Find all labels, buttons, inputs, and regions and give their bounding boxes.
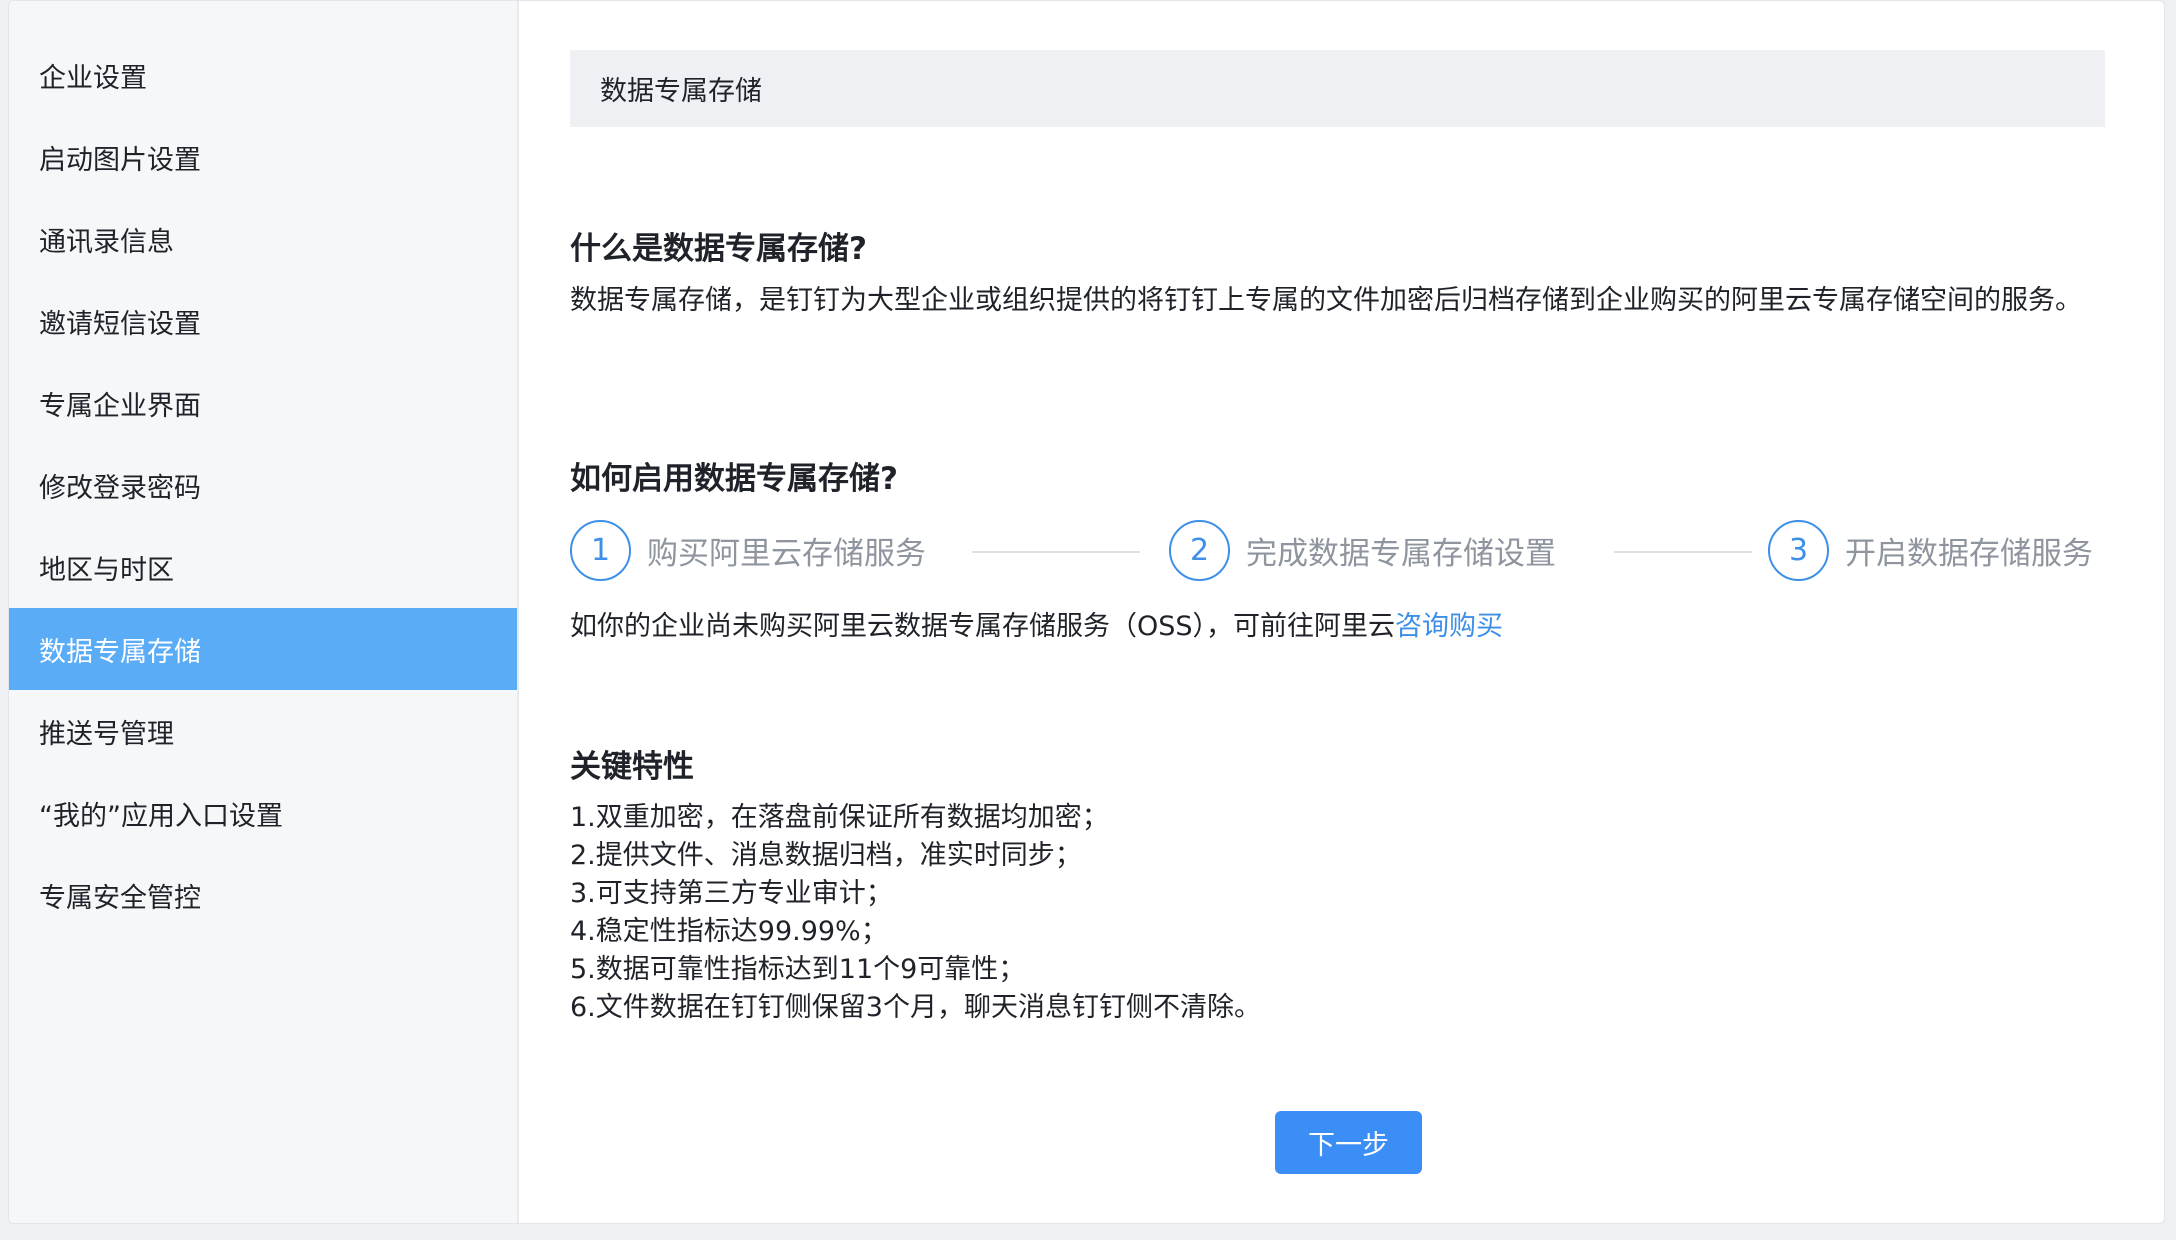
sidebar-item-invite-sms-settings[interactable]: 邀请短信设置 — [9, 280, 517, 362]
sidebar-item-label: “我的”应用入口设置 — [39, 800, 283, 832]
next-step-button[interactable]: 下一步 — [1275, 1111, 1422, 1174]
sidebar-item-label: 推送号管理 — [39, 718, 174, 750]
step-connector — [972, 551, 1140, 553]
sidebar-item-exclusive-storage[interactable]: 数据专属存储 — [9, 608, 517, 690]
feature-item: 5.数据可靠性指标达到11个9可靠性； — [570, 954, 1026, 985]
purchase-hint-text: 如你的企业尚未购买阿里云数据专属存储服务（OSS），可前往阿里云 — [570, 611, 1396, 642]
sidebar-item-label: 通讯录信息 — [39, 226, 174, 258]
feature-item: 3.可支持第三方专业审计； — [570, 878, 893, 909]
feature-item: 2.提供文件、消息数据归档，准实时同步； — [570, 840, 1082, 871]
step-3: 3 开启数据存储服务 — [1768, 517, 2093, 583]
step-number: 2 — [1169, 519, 1230, 581]
step-label: 购买阿里云存储服务 — [647, 535, 926, 572]
step-number: 3 — [1768, 519, 1829, 581]
consult-purchase-link[interactable]: 咨询购买 — [1395, 611, 1503, 642]
feature-item: 1.双重加密，在落盘前保证所有数据均加密； — [570, 802, 1109, 833]
sidebar-item-push-account[interactable]: 推送号管理 — [9, 690, 517, 772]
app-window: 企业设置 启动图片设置 通讯录信息 邀请短信设置 专属企业界面 修改登录密码 地… — [8, 0, 2165, 1224]
page-title-bar: 数据专属存储 — [570, 50, 2105, 127]
sidebar-item-label: 企业设置 — [39, 62, 147, 94]
sidebar-item-label: 专属企业界面 — [39, 390, 201, 422]
main-content: 数据专属存储 什么是数据专属存储? 数据专属存储，是钉钉为大型企业或组织提供的将… — [519, 1, 2164, 1223]
sidebar-item-label: 邀请短信设置 — [39, 308, 201, 340]
purchase-hint: 如你的企业尚未购买阿里云数据专属存储服务（OSS），可前往阿里云咨询购买 — [570, 608, 2110, 646]
sidebar-item-my-app-entry[interactable]: “我的”应用入口设置 — [9, 772, 517, 854]
sidebar-item-label: 地区与时区 — [39, 554, 174, 586]
sidebar-item-contacts-info[interactable]: 通讯录信息 — [9, 198, 517, 280]
page-title: 数据专属存储 — [600, 76, 762, 107]
features-list: 1.双重加密，在落盘前保证所有数据均加密； 2.提供文件、消息数据归档，准实时同… — [570, 799, 1261, 1027]
sidebar-item-label: 专属安全管控 — [39, 882, 201, 914]
step-label: 完成数据专属存储设置 — [1246, 535, 1556, 572]
sidebar-item-change-password[interactable]: 修改登录密码 — [9, 444, 517, 526]
sidebar-item-splash-image-settings[interactable]: 启动图片设置 — [9, 116, 517, 198]
step-1: 1 购买阿里云存储服务 — [570, 517, 926, 583]
feature-item: 6.文件数据在钉钉侧保留3个月，聊天消息钉钉侧不清除。 — [570, 992, 1261, 1023]
sidebar-item-security-control[interactable]: 专属安全管控 — [9, 854, 517, 936]
sidebar-item-label: 数据专属存储 — [39, 636, 201, 668]
sidebar-item-label: 启动图片设置 — [39, 144, 201, 176]
sidebar: 企业设置 启动图片设置 通讯录信息 邀请短信设置 专属企业界面 修改登录密码 地… — [9, 1, 519, 1223]
step-number: 1 — [570, 519, 631, 581]
sidebar-item-exclusive-interface[interactable]: 专属企业界面 — [9, 362, 517, 444]
sidebar-item-enterprise-settings[interactable]: 企业设置 — [9, 34, 517, 116]
steps-indicator: 1 购买阿里云存储服务 2 完成数据专属存储设置 3 开启数据存储服务 — [570, 517, 2110, 587]
sidebar-item-region-timezone[interactable]: 地区与时区 — [9, 526, 517, 608]
sidebar-item-label: 修改登录密码 — [39, 472, 201, 504]
step-connector — [1614, 551, 1752, 553]
feature-item: 4.稳定性指标达99.99%； — [570, 916, 888, 947]
what-is-description: 数据专属存储，是钉钉为大型企业或组织提供的将钉钉上专属的文件加密后归档存储到企业… — [570, 285, 2082, 316]
key-features-heading: 关键特性 — [570, 749, 694, 785]
step-label: 开启数据存储服务 — [1845, 535, 2093, 572]
what-is-heading: 什么是数据专属存储? — [570, 231, 867, 267]
how-to-enable-heading: 如何启用数据专属存储? — [570, 461, 898, 497]
step-2: 2 完成数据专属存储设置 — [1169, 517, 1556, 583]
